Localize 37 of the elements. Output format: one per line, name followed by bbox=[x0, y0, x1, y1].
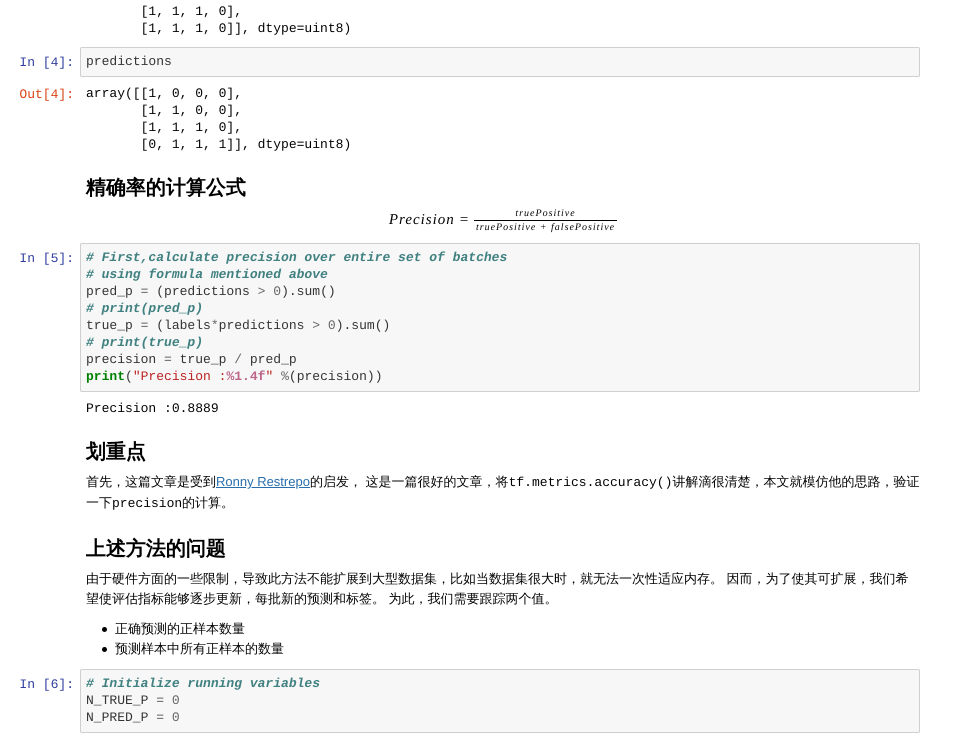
output-line: [1, 1, 0, 0], bbox=[140, 102, 244, 119]
code-line: # print(pred_p) bbox=[86, 300, 204, 317]
code-line: precision = true_p / pred_p bbox=[86, 351, 298, 368]
output-line: [1, 1, 1, 0], bbox=[140, 119, 244, 136]
precision-formula: Precision = truePositive truePositive + falsePositive bbox=[388, 208, 618, 233]
input-prompt: In [4]: bbox=[19, 54, 74, 71]
code-line: N_TRUE_P = 0 bbox=[86, 692, 181, 709]
list-item: 预测样本中所有正样本的数量 bbox=[115, 640, 284, 658]
input-prompt: In [5]: bbox=[19, 250, 74, 267]
code-line: # print(true_p) bbox=[86, 334, 204, 351]
code-cell[interactable] bbox=[80, 243, 920, 392]
code-cell[interactable]: # Initialize running variables N_TRUE_P = 0 N_PRED_P = 0 bbox=[80, 669, 920, 733]
output-prompt: Out[4]: bbox=[19, 86, 74, 103]
code-line: # First,calculate precision over entire set of batches bbox=[86, 249, 508, 266]
section-heading: 划重点 bbox=[86, 440, 147, 465]
code-line: N_PRED_P = 0 bbox=[86, 709, 181, 726]
list-item: 正确预测的正样本数量 bbox=[115, 620, 245, 638]
output-line: [0, 1, 1, 1]], dtype=uint8) bbox=[140, 136, 352, 153]
paragraph: 首先，这篇文章是受到Ronny Restrepo的启发， 这是一篇很好的文章，将tf.metrics.accuracy()讲解滴很清楚，本文就模仿他的思路，验证一下precision的计算。 bbox=[86, 473, 920, 513]
output-line: Precision :0.8889 bbox=[86, 400, 219, 417]
output-line: [1, 1, 1, 0], bbox=[140, 3, 244, 20]
paragraph: 由于硬件方面的一些限制，导致此方法不能扩展到大型数据集，比如当数据集很大时，就无法一次性适应内存。 因而，为了使其可扩展，我们希望使评估指标能够逐步更新，每批新的预测和标签。 为此，我们需要跟踪两个值。 bbox=[86, 570, 910, 608]
input-prompt: In [6]: bbox=[19, 676, 74, 693]
bullet-icon bbox=[102, 626, 107, 632]
section-heading: 上述方法的问题 bbox=[86, 536, 227, 562]
code-line: pred_p = (predictions > 0).sum() bbox=[86, 283, 337, 300]
code-line: print("Precision :%1.4f" %(precision)) bbox=[86, 368, 384, 385]
section-heading: 精确率的计算公式 bbox=[86, 176, 247, 201]
code-cell[interactable]: predictions bbox=[80, 47, 920, 77]
output-line: array([[1, 0, 0, 0], bbox=[86, 85, 244, 102]
code-line: # using formula mentioned above bbox=[86, 266, 329, 283]
code-line: predictions bbox=[86, 53, 173, 70]
code-line: true_p = (labels*predictions > 0).sum() bbox=[86, 317, 392, 334]
bullet-icon bbox=[102, 646, 107, 652]
output-line: [1, 1, 1, 0]], dtype=uint8) bbox=[140, 20, 352, 37]
link[interactable]: Ronny Restrepo bbox=[216, 474, 310, 489]
code-line: # Initialize running variables bbox=[86, 675, 322, 692]
